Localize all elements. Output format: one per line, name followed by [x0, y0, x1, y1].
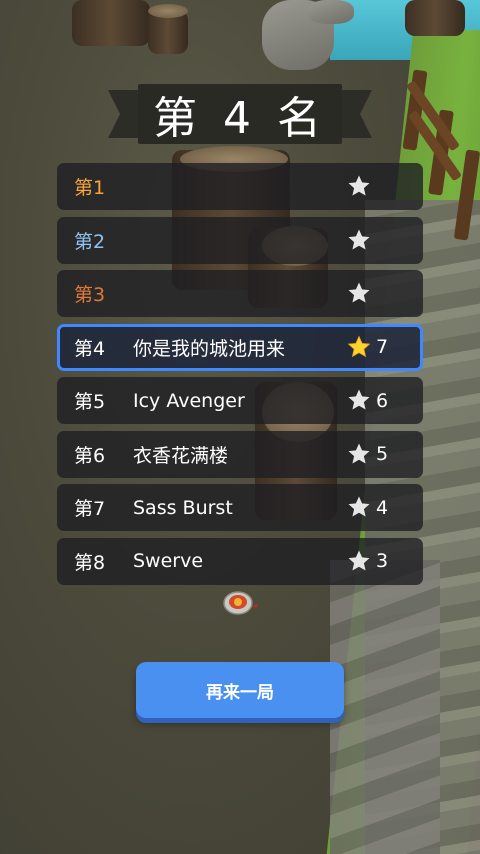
ranking-row-2: 第2	[57, 216, 423, 264]
gray-star-icon	[348, 282, 370, 303]
gray-star-icon	[348, 496, 370, 517]
rank-title-banner: 第 4 名	[108, 84, 372, 144]
gray-star-icon	[348, 175, 370, 196]
gray-star-icon	[348, 443, 370, 463]
ranking-row-7: 第7 Sass Burst 4	[57, 484, 423, 531]
gray-star-icon	[348, 229, 370, 249]
title-plate: 第 4 名	[138, 84, 342, 144]
star-score: 4	[376, 496, 389, 519]
star-score: 5	[376, 443, 389, 465]
rank-label: 第7	[74, 498, 106, 520]
ranking-row-4-current-player: 第4 你是我的城池用来 7	[57, 323, 423, 371]
page-title: 第 4 名	[153, 93, 327, 144]
rock-wall-lower	[330, 560, 440, 854]
ranking-list: 第1 第2 第3 第4 你是我的城池用来 7 第5 Icy Avenger 6 …	[57, 163, 423, 591]
player-name: 你是我的城池用来	[133, 337, 286, 360]
play-again-button[interactable]: 再来一局	[136, 662, 344, 718]
gray-star-icon	[348, 389, 370, 410]
player-name: Sass Burst	[133, 496, 233, 519]
tree-stump	[72, 0, 150, 46]
boulder	[308, 0, 354, 24]
spinning-top-icon	[223, 591, 258, 615]
gold-star-icon	[347, 335, 371, 357]
ranking-row-6: 第6 衣香花满楼 5	[57, 430, 423, 478]
tree-stump	[405, 0, 465, 36]
player-name: 衣香花满楼	[133, 444, 229, 467]
player-name: Icy Avenger	[133, 389, 245, 412]
rank-label: 第2	[74, 230, 106, 253]
ranking-row-5: 第5 Icy Avenger 6	[57, 377, 423, 424]
rank-label: 第4	[74, 337, 106, 360]
gray-star-icon	[348, 550, 370, 570]
rank-label: 第8	[74, 551, 106, 574]
star-score: 3	[376, 550, 389, 572]
rank-label: 第6	[74, 444, 106, 467]
ranking-row-1: 第1	[57, 163, 423, 210]
ranking-row-3: 第3	[57, 270, 423, 317]
rank-label: 第1	[74, 177, 106, 199]
play-again-label: 再来一局	[206, 682, 274, 703]
ranking-row-8: 第8 Swerve 3	[57, 537, 423, 585]
star-score: 6	[376, 389, 389, 412]
rank-label: 第3	[74, 284, 106, 306]
rank-label: 第5	[74, 391, 106, 413]
stump-top	[148, 4, 188, 18]
star-score: 7	[376, 336, 389, 358]
player-name: Swerve	[133, 550, 204, 572]
